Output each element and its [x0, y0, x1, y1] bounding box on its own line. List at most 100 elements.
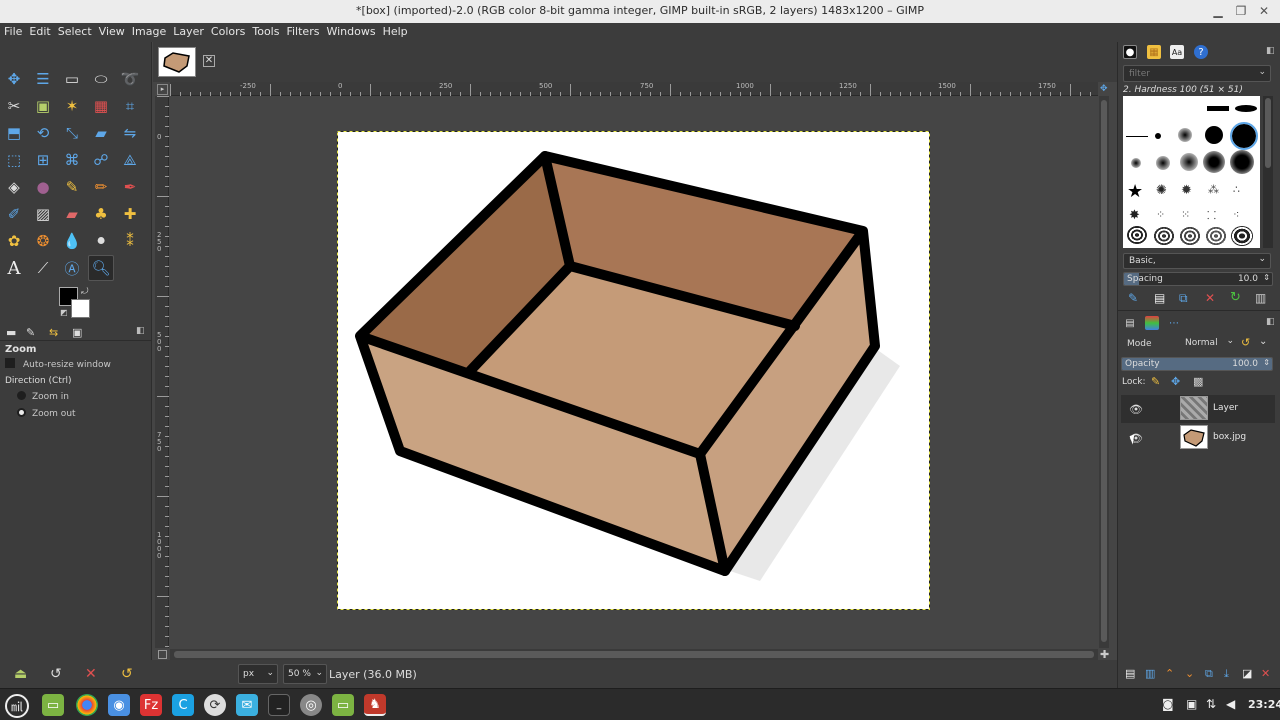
3d-transform-icon[interactable]: ⟁ [117, 147, 143, 173]
smudge-icon[interactable]: ✿ [1, 228, 27, 254]
image-canvas[interactable] [170, 96, 1098, 648]
folder-icon[interactable]: ▭ [332, 694, 354, 716]
brushes-tab-icon[interactable]: ● [1123, 45, 1137, 59]
horizontal-scrollbar[interactable] [170, 649, 1098, 660]
refresh-brushes-icon[interactable]: ↻ [1230, 290, 1241, 305]
mail-icon[interactable]: ✉ [236, 694, 258, 716]
brush-item[interactable] [1127, 226, 1147, 244]
eye-icon[interactable]: 👁︎ [1129, 403, 1143, 416]
app-c-icon[interactable]: C [172, 694, 194, 716]
warp-transform-icon[interactable]: ⌘ [59, 147, 85, 173]
maximize-button[interactable]: ❐ [1231, 2, 1251, 20]
paths-tab-icon[interactable]: ⋯ [1167, 316, 1181, 330]
default-colors-icon[interactable]: ◩ [60, 308, 68, 317]
vertical-scrollbar[interactable] [1099, 96, 1109, 648]
brush-item[interactable] [1180, 153, 1198, 171]
background-color-swatch[interactable] [71, 299, 90, 318]
close-button[interactable]: ✕ [1254, 2, 1274, 20]
flip-icon[interactable]: ⇋ [117, 120, 143, 146]
menu-filters[interactable]: Filters [282, 23, 322, 38]
lower-layer-icon[interactable]: ⌄ [1185, 667, 1194, 680]
edit-brush-icon[interactable]: ✎ [1128, 291, 1138, 305]
new-group-icon[interactable]: ▥ [1145, 667, 1155, 680]
brush-grid[interactable]: ★ ✺ ✹ ⁂ ∴ ✸ ⁘ ⁙ ⸬ ⁖ [1123, 96, 1260, 248]
mode-select[interactable]: Normal ⌄ [1180, 336, 1236, 352]
brush-item[interactable]: ⁘ [1156, 208, 1165, 221]
shear-icon[interactable]: ▰ [88, 120, 114, 146]
brush-item[interactable] [1205, 226, 1227, 246]
panel-menu-icon[interactable]: ◧ [1266, 317, 1275, 327]
brush-filter-input[interactable]: filter ⌄ [1123, 65, 1271, 82]
paths-icon[interactable]: ⚫ [88, 228, 114, 254]
brush-preset-select[interactable]: Basic, ⌄ [1123, 253, 1271, 269]
brush-item-selected[interactable] [1230, 122, 1258, 150]
zoom-tool-icon[interactable]: 🔍︎ [88, 255, 114, 281]
brush-item[interactable] [1156, 156, 1170, 170]
delete-layer-icon[interactable]: ✕ [1261, 667, 1270, 680]
rect-select-icon[interactable]: ▭ [59, 66, 85, 92]
opacity-slider[interactable]: Opacity 100.0 ⇕ [1121, 357, 1273, 371]
brush-item[interactable] [1155, 133, 1161, 139]
brush-item[interactable] [1205, 126, 1223, 144]
lasso-icon[interactable]: ➰ [117, 66, 143, 92]
scissors-select-icon[interactable]: ✂ [1, 93, 27, 119]
ellipse-select-icon[interactable]: ⬭ [88, 66, 114, 92]
ink-icon[interactable]: ✐ [1, 201, 27, 227]
fonts-tab-icon[interactable]: Aa [1170, 45, 1184, 59]
help-tab-icon[interactable]: ? [1194, 45, 1208, 59]
lock-position-icon[interactable]: ✥ [1171, 375, 1180, 388]
brush-item[interactable] [1231, 226, 1253, 246]
brush-item[interactable] [1178, 128, 1192, 142]
spin-arrows-icon[interactable]: ⇕ [1263, 358, 1270, 367]
brush-item[interactable] [1230, 150, 1254, 174]
cage-transform-icon[interactable]: ⊞ [30, 147, 56, 173]
text-tool-icon[interactable]: A [1, 255, 27, 281]
brush-item[interactable] [1153, 226, 1175, 246]
unit-select[interactable]: px ⌄ [238, 664, 278, 684]
layer-row[interactable]: 👁︎ box.jpg [1121, 424, 1275, 452]
start-menu-icon[interactable]: ㏕ [5, 694, 29, 718]
text-path-icon[interactable]: Ⓐ [59, 255, 85, 281]
move-tool-icon[interactable]: ✥ [1, 66, 27, 92]
brush-item[interactable]: ⁙ [1181, 208, 1190, 221]
new-layer-icon[interactable]: ▤ [1125, 667, 1135, 680]
fuzzy-select-icon[interactable]: ✶ [59, 93, 85, 119]
gimp-icon[interactable]: ♞ [364, 694, 386, 716]
clone-icon[interactable]: ♣ [88, 201, 114, 227]
brush-item[interactable]: ∴ [1233, 183, 1240, 196]
restore-options-icon[interactable]: ↺ [50, 666, 62, 682]
blur-sharpen-icon[interactable]: ❂ [30, 228, 56, 254]
chrome-icon[interactable] [76, 694, 98, 716]
menu-edit[interactable]: Edit [25, 23, 53, 38]
menu-image[interactable]: Image [128, 23, 169, 38]
images-tab-icon[interactable]: ▣ [72, 326, 82, 339]
perspective-icon[interactable]: ⬚ [1, 147, 27, 173]
quick-mask-menu-icon[interactable]: ▸ [157, 84, 168, 95]
eraser-icon[interactable]: ▰ [59, 201, 85, 227]
network-icon[interactable]: ⇅ [1206, 697, 1216, 711]
new-brush-icon[interactable]: ▤ [1154, 291, 1165, 305]
menu-layer[interactable]: Layer [169, 23, 207, 38]
brush-item[interactable]: ✺ [1156, 183, 1167, 198]
panel-menu-icon[interactable]: ◧ [136, 326, 145, 336]
airbrush-icon[interactable]: ✒ [117, 174, 143, 200]
screenshot-tray-icon[interactable]: ◙ [1162, 697, 1174, 711]
spacing-slider[interactable]: Spacing 10.0 ⇕ [1123, 272, 1273, 286]
brush-star[interactable]: ★ [1127, 181, 1143, 202]
brush-scrollbar[interactable] [1263, 96, 1273, 248]
scale-icon[interactable]: ⤡ [59, 120, 85, 146]
spin-arrows-icon[interactable]: ⇕ [1263, 273, 1270, 282]
zoom-out-radio[interactable]: Zoom out [17, 408, 76, 419]
screenshot-icon[interactable]: ◉ [108, 694, 130, 716]
zoom-in-radio[interactable]: Zoom in [17, 391, 69, 402]
panel-menu-icon[interactable]: ◧ [1266, 46, 1275, 56]
chevron-down-icon[interactable]: ⌄ [1259, 336, 1267, 347]
blend-icon[interactable]: ● [30, 174, 56, 200]
brush-item[interactable]: ✹ [1181, 183, 1192, 198]
canvas-area[interactable] [170, 96, 1098, 648]
delete-options-icon[interactable]: ✕ [85, 666, 97, 682]
align-tool-icon[interactable]: ☰ [30, 66, 56, 92]
handle-transform-icon[interactable]: ☍ [88, 147, 114, 173]
paintbrush-icon[interactable]: ✎ [59, 174, 85, 200]
toggle-quick-mask-icon[interactable] [158, 650, 167, 659]
